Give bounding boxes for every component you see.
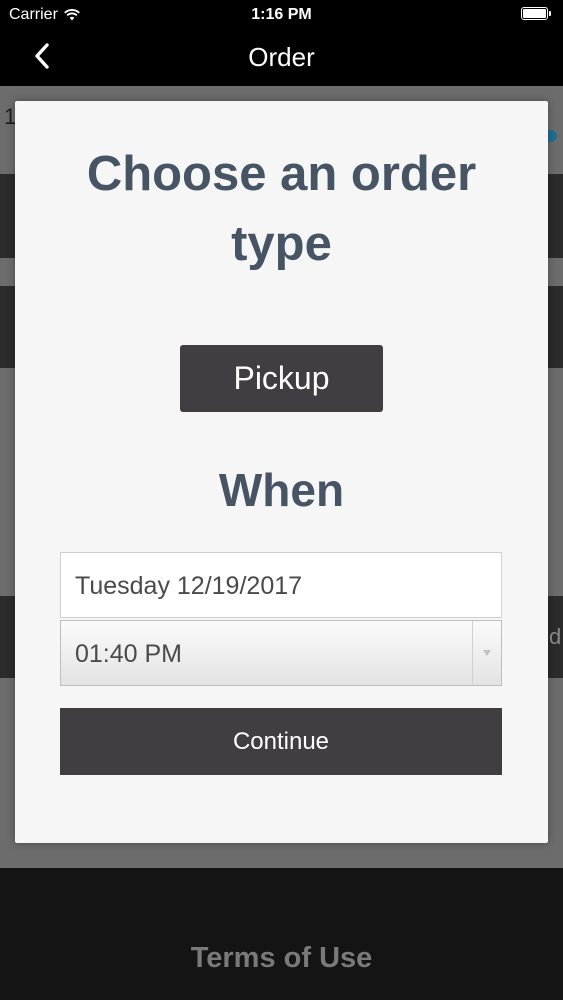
page-title: Order — [248, 42, 315, 72]
order-screen: Carrier 1:16 PM Order 1 d Terms of Use C… — [0, 0, 563, 1000]
dialog-title: Choose an order type — [86, 147, 477, 271]
background-peek-text: d — [549, 624, 562, 649]
order-type-dialog: Choose an order type Pickup When Tuesday… — [15, 101, 548, 843]
date-value: Tuesday 12/19/2017 — [75, 572, 303, 600]
continue-button[interactable]: Continue — [60, 708, 502, 775]
battery-icon — [521, 7, 553, 22]
when-heading: When — [218, 464, 345, 516]
dropdown-arrow-icon — [472, 621, 501, 685]
date-field[interactable]: Tuesday 12/19/2017 — [60, 552, 502, 618]
terms-of-use-link[interactable]: Terms of Use — [0, 940, 563, 976]
time-select[interactable]: 01:40 PM — [60, 620, 502, 686]
nav-bar: Order — [0, 30, 563, 86]
time-value: 01:40 PM — [75, 640, 183, 668]
footer — [0, 868, 563, 1000]
status-time: 1:16 PM — [251, 6, 312, 23]
pickup-button[interactable]: Pickup — [180, 345, 383, 412]
status-bar: Carrier 1:16 PM — [0, 0, 563, 30]
